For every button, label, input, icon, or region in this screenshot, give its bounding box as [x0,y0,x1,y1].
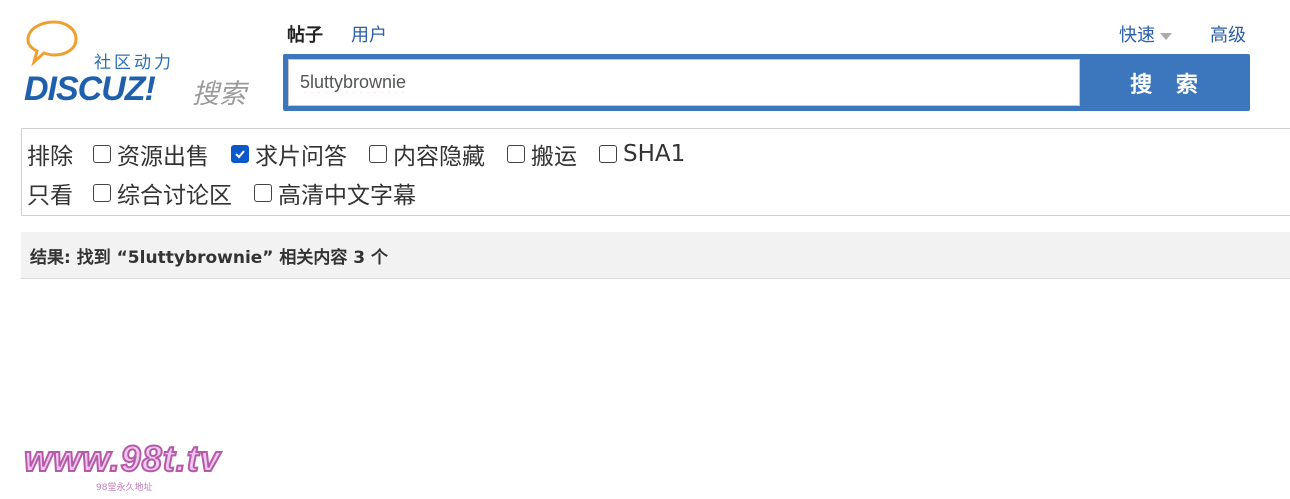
quick-search-label: 快速 [1119,25,1155,46]
checkbox[interactable] [254,184,272,202]
search-input[interactable] [288,59,1080,106]
filter-option-resource-sale[interactable]: 资源出售 [93,137,209,171]
filter-option-sha1[interactable]: SHA1 [599,141,685,167]
only-row: 只看 综合讨论区 高清中文字幕 [27,176,438,210]
tab-posts[interactable]: 帖子 [287,21,323,47]
filter-option-label: 资源出售 [117,144,209,170]
filter-option-label: SHA1 [623,141,686,167]
logo-brand-sub: 搜索 [192,79,246,110]
filter-option-label: 求片问答 [255,144,347,170]
checkbox-checked[interactable] [231,145,249,163]
search-button[interactable]: 搜 索 [1086,54,1250,111]
search-bar: 搜 索 [283,54,1250,111]
filter-option-request-qa[interactable]: 求片问答 [231,137,347,171]
speech-bubble-icon [26,20,78,67]
watermark-url: www.98t.tv [23,437,221,480]
results-text: 结果: 找到 “5luttybrownie” 相关内容 3 个 [30,247,389,268]
checkbox[interactable] [507,145,525,163]
filter-option-hidden-content[interactable]: 内容隐藏 [369,137,485,171]
results-summary: 结果: 找到 “5luttybrownie” 相关内容 3 个 [21,232,1290,279]
advanced-search-link[interactable]: 高级 [1210,21,1246,47]
checkbox[interactable] [369,145,387,163]
discuz-logo[interactable]: 社区动力 DISCUZ! 搜索 [20,18,260,110]
logo-brand: DISCUZ! [24,70,156,108]
filter-option-general-discussion[interactable]: 综合讨论区 [93,176,232,210]
search-mode-links: 快速 高级 [1119,21,1246,47]
watermark-subtitle: 98堂永久地址 [96,483,153,493]
chevron-down-icon [1160,32,1172,40]
tab-users[interactable]: 用户 [351,21,387,47]
check-icon [235,150,245,159]
checkbox[interactable] [93,184,111,202]
filter-option-label: 搬运 [531,144,577,170]
exclude-label: 排除 [27,144,73,170]
filter-option-hd-chinese-subs[interactable]: 高清中文字幕 [254,176,416,210]
filter-option-label: 综合讨论区 [117,183,232,209]
filter-option-label: 高清中文字幕 [278,183,416,209]
filter-panel: 排除 资源出售 求片问答 内容隐藏 搬运 SHA1 只看 综合讨论区 高清中文字… [21,128,1290,216]
filter-option-label: 内容隐藏 [393,144,485,170]
quick-search-dropdown[interactable]: 快速 [1119,21,1172,47]
only-label: 只看 [27,183,73,209]
site-watermark: www.98t.tv 98堂永久地址 [23,437,221,493]
checkbox[interactable] [599,145,617,163]
search-type-tabs: 帖子 用户 [287,21,387,47]
filter-option-repost[interactable]: 搬运 [507,137,577,171]
exclude-row: 排除 资源出售 求片问答 内容隐藏 搬运 SHA1 [27,137,707,171]
checkbox[interactable] [93,145,111,163]
